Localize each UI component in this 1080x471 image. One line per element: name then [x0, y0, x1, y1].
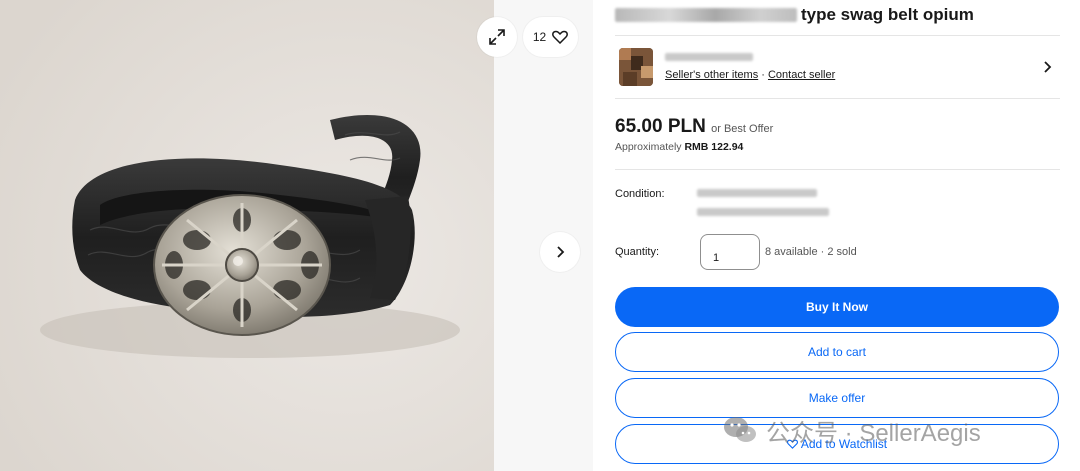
- redacted-seller-name: [665, 53, 753, 61]
- seller-avatar[interactable]: [619, 48, 653, 86]
- watch-count-button[interactable]: 12: [523, 17, 578, 57]
- redacted-condition-detail: [697, 208, 829, 216]
- expand-button[interactable]: [477, 17, 517, 57]
- seller-other-items-link[interactable]: Seller's other items: [665, 69, 758, 81]
- listing-title-text: type swag belt opium: [801, 5, 974, 24]
- add-to-cart-label: Add to cart: [807, 345, 867, 359]
- divider: [615, 98, 1060, 99]
- redacted-condition: [697, 189, 817, 197]
- approx-label: Approximately: [615, 141, 682, 153]
- belt-image: [0, 0, 494, 471]
- chevron-right-icon: [557, 246, 565, 258]
- buy-it-now-label: Buy It Now: [806, 300, 868, 314]
- contact-seller-link[interactable]: Contact seller: [768, 69, 835, 81]
- divider: [615, 35, 1060, 36]
- link-separator: ·: [758, 69, 768, 81]
- divider: [615, 169, 1060, 170]
- add-to-cart-button[interactable]: Add to cart: [615, 332, 1059, 372]
- watch-count: 12: [532, 30, 547, 44]
- listing-title: type swag belt opium: [615, 5, 974, 25]
- seller-card[interactable]: Seller's other items · Contact seller: [615, 40, 1060, 96]
- approx-value: RMB 122.94: [684, 141, 744, 153]
- seller-links: Seller's other items · Contact seller: [665, 69, 835, 81]
- watermark: 公众号 · SellerAegis: [722, 412, 981, 448]
- quantity-label: Quantity:: [615, 246, 660, 258]
- make-offer-label: Make offer: [808, 391, 866, 405]
- quantity-input[interactable]: [700, 234, 760, 270]
- best-offer-label: or Best Offer: [711, 123, 774, 135]
- heart-icon: [552, 30, 569, 44]
- image-gallery: 12: [0, 0, 593, 471]
- price-amount: 65.00 PLN: [615, 116, 706, 137]
- product-photo[interactable]: [0, 0, 494, 471]
- quantity-availability: 8 available · 2 sold: [765, 246, 857, 258]
- price: 65.00 PLN or Best Offer: [615, 116, 773, 138]
- wechat-icon: [724, 417, 756, 442]
- watermark-text: 公众号 · SellerAegis: [766, 419, 981, 447]
- redacted-title-prefix: [615, 8, 797, 22]
- chevron-right-icon[interactable]: [1042, 60, 1054, 74]
- buy-it-now-button[interactable]: Buy It Now: [615, 287, 1059, 327]
- expand-icon: [489, 29, 505, 45]
- next-image-button[interactable]: [540, 232, 580, 272]
- approx-price: Approximately RMB 122.94: [615, 141, 743, 153]
- condition-label: Condition:: [615, 188, 665, 200]
